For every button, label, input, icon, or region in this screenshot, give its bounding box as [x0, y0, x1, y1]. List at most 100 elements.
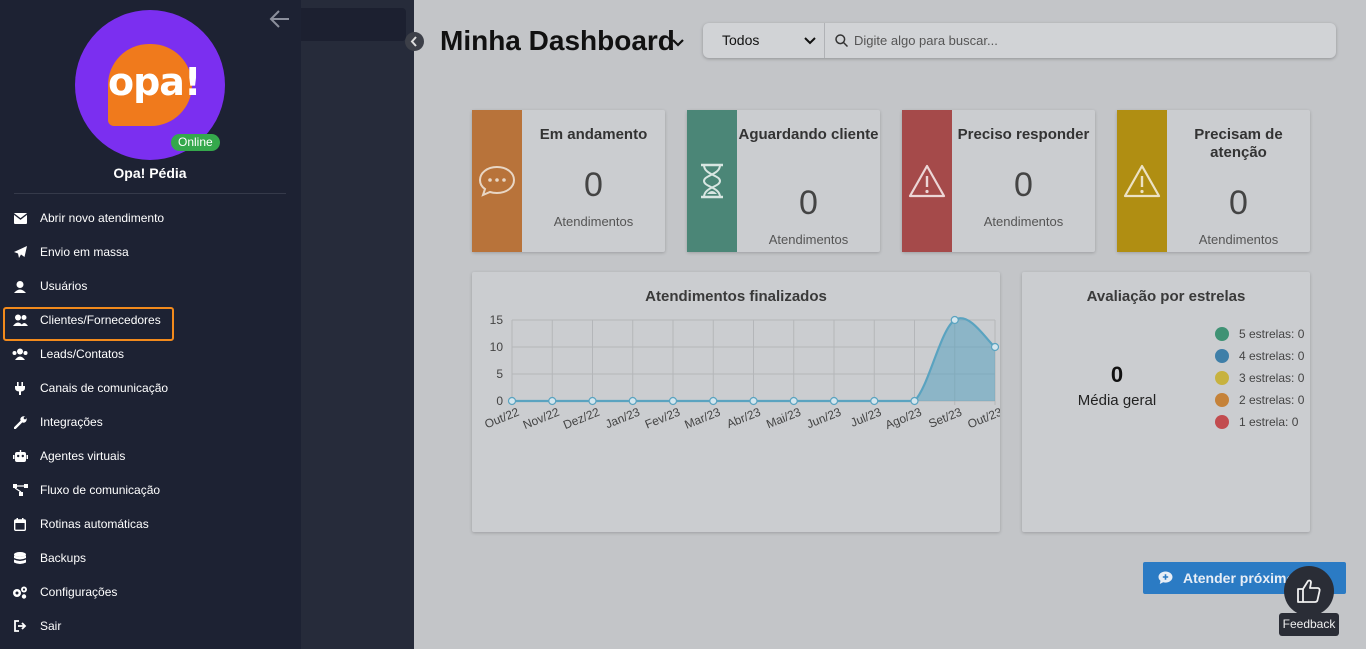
search-icon: [835, 34, 848, 47]
sidebar-item-leads-contatos[interactable]: Leads/Contatos: [0, 337, 301, 371]
x-tick-label: Fev/23: [643, 405, 683, 432]
chart-panel: Atendimentos finalizados 0 5 10 15 Out/22 Nov…: [472, 272, 1000, 532]
sidebar-item-clientes-fornecedores[interactable]: Clientes/Fornecedores: [0, 303, 301, 341]
legend-dot: [1215, 349, 1229, 363]
x-tick-label: Jul/23: [848, 405, 883, 430]
sidebar-item-usuarios[interactable]: Usuários: [0, 269, 301, 303]
hourglass-icon: [701, 163, 723, 199]
card-strip: [1117, 110, 1167, 252]
feedback-label[interactable]: Feedback: [1279, 613, 1339, 636]
status-badge: Online: [171, 134, 220, 151]
sidebar-item-label: Usuários: [40, 279, 88, 293]
robot-icon: [12, 448, 28, 464]
users-icon: [12, 312, 28, 328]
card-label: Atendimentos: [553, 214, 634, 229]
chart-point: [950, 315, 959, 325]
x-tick-label: Set/23: [926, 405, 964, 431]
chart-point: [829, 396, 839, 406]
card-strip: [687, 110, 737, 252]
search-bar: Todos: [703, 23, 1336, 58]
warning-icon: [1123, 164, 1161, 198]
sidebar-item-sair[interactable]: Sair: [0, 609, 301, 643]
legend-label: 4 estrelas: 0: [1239, 349, 1305, 363]
chart-point: [507, 396, 517, 406]
gears-icon: [12, 584, 28, 600]
x-tick-label: Abr/23: [725, 405, 763, 431]
secondary-pane-bar: [301, 8, 406, 41]
chart-point: [548, 396, 557, 406]
card-value: 0: [1014, 166, 1033, 204]
sidebar-item-configuracoes[interactable]: Configurações: [0, 575, 301, 609]
sidebar-item-integracoes[interactable]: Integrações: [0, 405, 301, 439]
sidebar-divider: [14, 193, 286, 194]
card-title: Preciso responder: [957, 126, 1090, 143]
chart-point: [990, 342, 1000, 352]
user-group-icon: [12, 346, 28, 362]
sign-out-icon: [12, 618, 28, 634]
stat-card-precisam-de-atencao[interactable]: Precisam de atenção 0 Atendimentos: [1117, 110, 1310, 252]
average-rating-value: 0: [1110, 362, 1124, 387]
card-title: Em andamento: [539, 126, 648, 143]
wrench-icon: [12, 414, 28, 430]
logo-text: opa!: [108, 60, 201, 104]
legend-item-5-stars[interactable]: 5 estrelas: 0: [1215, 323, 1304, 345]
ratings-legend: 5 estrelas: 0 4 estrelas: 0 3 estrelas: …: [1215, 323, 1304, 433]
paper-plane-icon: [12, 244, 28, 260]
page-title: Minha Dashboard: [440, 25, 675, 56]
sidebar-item-rotinas-automaticas[interactable]: Rotinas automáticas: [0, 507, 301, 541]
sidebar-item-label: Agentes virtuais: [40, 449, 126, 463]
sidebar-item-label: Leads/Contatos: [40, 347, 125, 361]
sidebar: opa! Online Opa! Pédia Abrir novo atendi…: [0, 0, 301, 649]
search-input[interactable]: [854, 29, 1324, 52]
feedback-button[interactable]: [1284, 566, 1334, 616]
plug-icon: [12, 380, 28, 396]
user-headset-icon: [12, 278, 28, 294]
flow-icon: [12, 482, 28, 498]
sidebar-item-backups[interactable]: Backups: [0, 541, 301, 575]
x-tick-label: Ago/23: [883, 405, 924, 432]
card-title: Precisam de atenção: [1194, 126, 1283, 161]
legend-item-4-stars[interactable]: 4 estrelas: 0: [1215, 345, 1304, 367]
opa-logo: opa!: [108, 44, 201, 126]
stat-card-preciso-responder[interactable]: Preciso responder 0 Atendimentos: [902, 110, 1095, 252]
card-label: Atendimentos: [1198, 232, 1279, 247]
legend-dot: [1215, 393, 1229, 407]
chart-point: [789, 396, 798, 406]
y-tick-label: 0: [496, 394, 503, 408]
legend-label: 3 estrelas: 0: [1239, 371, 1305, 385]
sidebar-item-agentes-virtuais[interactable]: Agentes virtuais: [0, 439, 301, 473]
calendar-icon: [12, 516, 28, 532]
card-strip: [472, 110, 522, 252]
filter-select-value: Todos: [722, 32, 760, 48]
x-tick-label: Dez/22: [561, 405, 602, 432]
filter-select[interactable]: Todos: [703, 23, 825, 58]
card-value: 0: [584, 166, 603, 204]
legend-item-2-stars[interactable]: 2 estrelas: 0: [1215, 389, 1304, 411]
sidebar-item-envio-em-massa[interactable]: Envio em massa: [0, 235, 301, 269]
chart-point: [588, 396, 597, 406]
legend-dot: [1215, 415, 1229, 429]
sidebar-item-canais-de-comunicacao[interactable]: Canais de comunicação: [0, 371, 301, 405]
sidebar-item-fluxo-de-comunicacao[interactable]: Fluxo de comunicação: [0, 473, 301, 507]
card-label: Atendimentos: [768, 232, 849, 247]
legend-item-1-star[interactable]: 1 estrela: 0: [1215, 411, 1304, 433]
warning-icon: [908, 164, 946, 198]
sidebar-item-label: Configurações: [40, 585, 118, 599]
collapse-chevron-left-icon[interactable]: [405, 32, 424, 51]
sidebar-item-label: Fluxo de comunicação: [40, 483, 161, 497]
stat-card-aguardando-cliente[interactable]: Aguardando cliente 0 Atendimentos: [687, 110, 880, 252]
card-strip: [902, 110, 952, 252]
chart-point: [870, 396, 879, 406]
stat-card-em-andamento[interactable]: Em andamento 0 Atendimentos: [472, 110, 665, 252]
legend-label: 1 estrela: 0: [1239, 415, 1299, 429]
x-tick-label: Jun/23: [804, 405, 843, 432]
back-arrow-icon[interactable]: [266, 6, 294, 34]
chart-point: [709, 396, 718, 406]
y-tick-label: 10: [490, 340, 504, 354]
card-value: 0: [799, 184, 818, 222]
sidebar-item-abrir-novo-atendimento[interactable]: Abrir novo atendimento: [0, 201, 301, 235]
chevron-down-icon[interactable]: [670, 34, 686, 50]
sidebar-item-label: Rotinas automáticas: [40, 517, 149, 531]
sidebar-item-label: Envio em massa: [40, 245, 129, 259]
legend-item-3-stars[interactable]: 3 estrelas: 0: [1215, 367, 1304, 389]
